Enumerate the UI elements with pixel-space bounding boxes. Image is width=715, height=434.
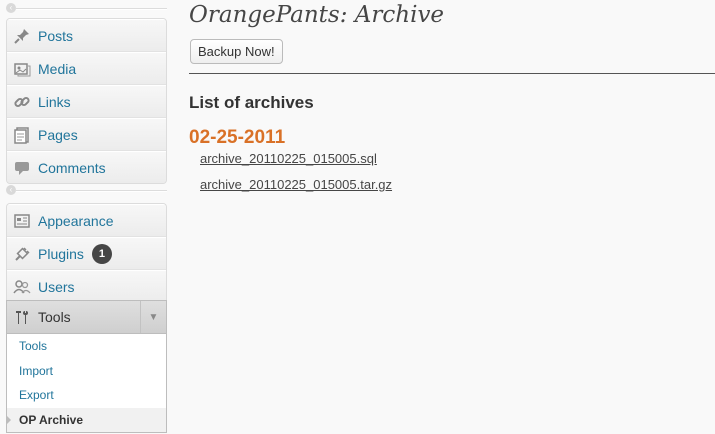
archives-heading: List of archives: [189, 93, 314, 112]
menu-item-posts[interactable]: Posts: [7, 19, 166, 52]
chain-link-icon: [12, 92, 32, 112]
update-count-badge: 1: [91, 243, 112, 264]
menu-item-plugins[interactable]: Plugins 1: [7, 237, 166, 270]
menu-item-tools[interactable]: Tools ▼: [7, 301, 166, 334]
tools-icon: [12, 307, 32, 327]
archive-date-heading: 02-25-2011: [189, 127, 286, 148]
menu-group-admin: Appearance Plugins 1 Users: [6, 203, 167, 302]
speech-bubble-icon: [12, 158, 32, 178]
menu-item-users[interactable]: Users: [7, 270, 166, 302]
submenu-item-export[interactable]: Export: [7, 383, 166, 408]
users-icon: [12, 277, 32, 297]
archive-file-link[interactable]: archive_20110225_015005.tar.gz: [200, 177, 392, 192]
pushpin-icon: [12, 26, 32, 46]
menu-group-content: Posts Media Links Pages Comments: [6, 18, 167, 184]
admin-sidebar: ‹ Posts Media Links Pages Comments ‹ App…: [0, 0, 175, 434]
menu-item-appearance[interactable]: Appearance: [7, 204, 166, 237]
menu-item-comments[interactable]: Comments: [7, 151, 166, 183]
collapse-handle-icon[interactable]: ‹: [6, 3, 16, 13]
menu-item-pages[interactable]: Pages: [7, 118, 166, 151]
menu-item-links[interactable]: Links: [7, 85, 166, 118]
menu-item-label: Appearance: [38, 212, 114, 229]
menu-item-label: Plugins: [38, 245, 84, 262]
menu-item-label: Comments: [38, 159, 106, 176]
menu-separator[interactable]: ‹: [6, 185, 167, 197]
divider: [189, 73, 715, 74]
collapse-handle-icon[interactable]: ‹: [6, 185, 16, 195]
submenu-item-import[interactable]: Import: [7, 359, 166, 384]
page-title: OrangePants: Archive: [189, 2, 445, 28]
menu-item-label: Users: [38, 278, 75, 295]
submenu-item-tools[interactable]: Tools: [7, 334, 166, 359]
menu-item-label: Posts: [38, 27, 74, 44]
menu-item-tools-expanded: Tools ▼ Tools Import Export OP Archive: [6, 300, 167, 433]
menu-item-label: Links: [38, 93, 71, 110]
menu-item-label: Pages: [38, 126, 78, 143]
chevron-down-icon[interactable]: ▼: [140, 301, 166, 333]
media-icon: [12, 59, 32, 79]
pages-icon: [12, 125, 32, 145]
appearance-icon: [12, 211, 32, 231]
menu-item-label: Tools: [38, 309, 71, 325]
plug-icon: [12, 244, 32, 264]
menu-item-media[interactable]: Media: [7, 52, 166, 85]
archive-file-link[interactable]: archive_20110225_015005.sql: [200, 151, 377, 166]
backup-now-button[interactable]: Backup Now!: [190, 39, 283, 64]
menu-item-label: Media: [38, 60, 77, 77]
submenu-item-op-archive[interactable]: OP Archive: [6, 407, 166, 432]
menu-separator[interactable]: ‹: [6, 3, 167, 15]
